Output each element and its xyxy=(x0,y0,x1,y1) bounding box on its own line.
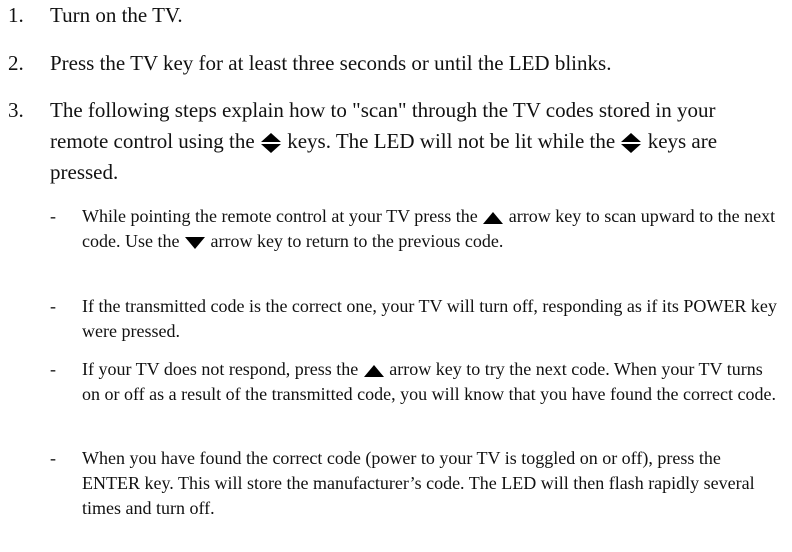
substep-4: - When you have found the correct code (… xyxy=(50,446,780,521)
substep-dash: - xyxy=(50,448,56,468)
step-3: 3. The following steps explain how to "s… xyxy=(8,95,778,188)
substep-text-part: arrow key to return to the previous code… xyxy=(210,231,504,251)
step-text: The following steps explain how to "scan… xyxy=(50,95,778,188)
substep-text: If the transmitted code is the correct o… xyxy=(82,296,777,341)
up-arrow-key-icon xyxy=(482,211,504,225)
step-number: 2. xyxy=(8,51,24,75)
substep-1: - While pointing the remote control at y… xyxy=(50,204,780,254)
substep-dash: - xyxy=(50,296,56,316)
step-number: 3. xyxy=(8,98,24,122)
up-down-arrow-keys-icon xyxy=(260,132,282,154)
step-text-part: keys. The LED will not be lit while the xyxy=(287,129,616,153)
step-number: 1. xyxy=(8,3,24,27)
substep-text: While pointing the remote control at you… xyxy=(82,204,780,254)
instruction-document: 1. Turn on the TV. 2. Press the TV key f… xyxy=(0,0,792,552)
step-text: Press the TV key for at least three seco… xyxy=(50,51,612,75)
up-down-arrow-keys-icon xyxy=(620,132,642,154)
up-arrow-key-icon xyxy=(363,364,385,378)
step-1: 1. Turn on the TV. xyxy=(8,0,778,31)
step-text: Turn on the TV. xyxy=(50,3,183,27)
substep-text-part: If your TV does not respond, press the xyxy=(82,359,359,379)
substep-dash: - xyxy=(50,206,56,226)
substep-text-part: While pointing the remote control at you… xyxy=(82,206,478,226)
substep-text: When you have found the correct code (po… xyxy=(82,448,755,518)
substep-2: - If the transmitted code is the correct… xyxy=(50,294,780,344)
down-arrow-key-icon xyxy=(184,236,206,250)
substep-3: - If your TV does not respond, press the… xyxy=(50,357,780,407)
step-2: 2. Press the TV key for at least three s… xyxy=(8,48,778,79)
substep-dash: - xyxy=(50,359,56,379)
substep-text: If your TV does not respond, press the a… xyxy=(82,357,780,407)
